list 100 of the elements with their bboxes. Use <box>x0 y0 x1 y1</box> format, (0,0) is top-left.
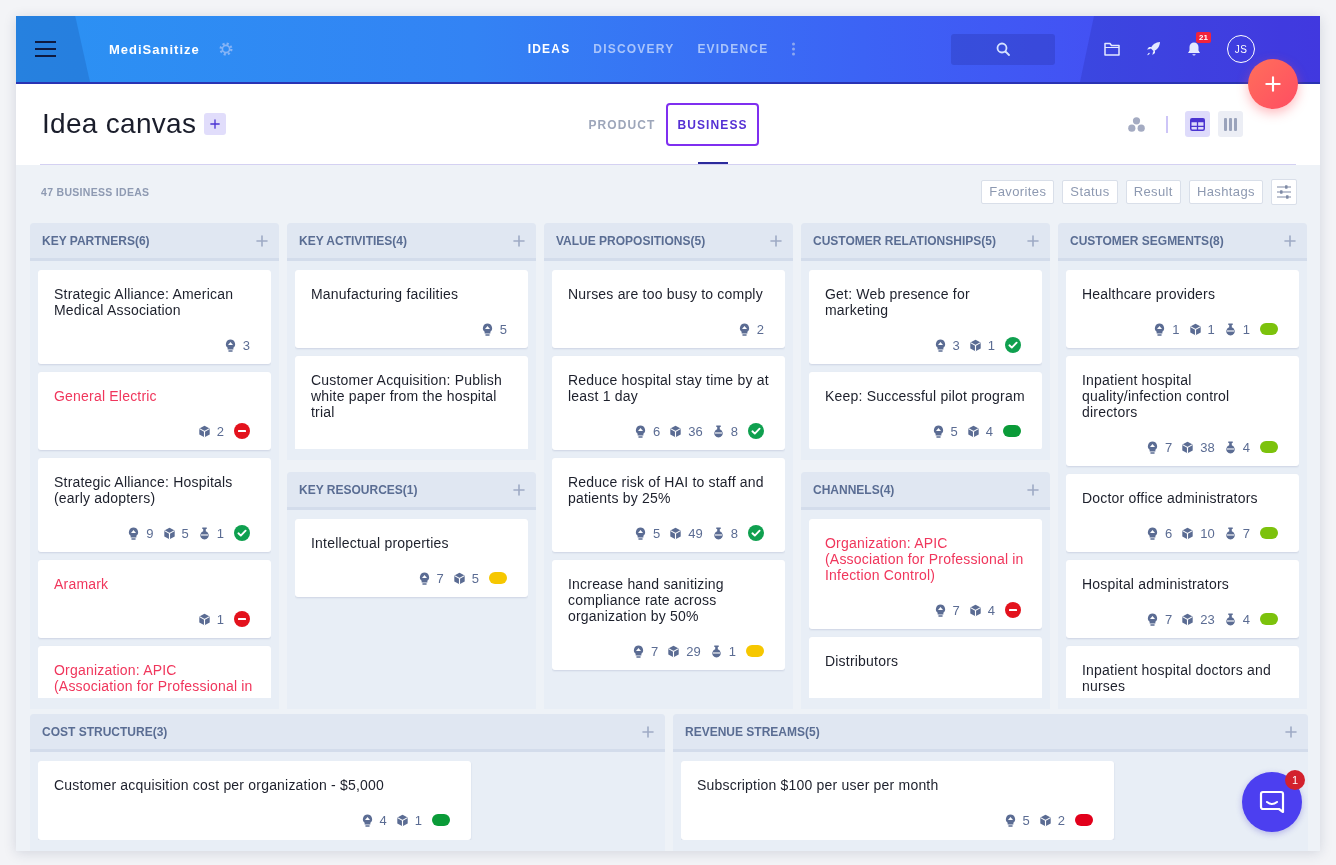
idea-card[interactable]: Keep: Successful pilot program 5 4 <box>809 372 1042 449</box>
cluster-icon[interactable] <box>1128 116 1145 132</box>
idea-card[interactable]: Subscription $100 per user per month 5 2 <box>681 761 1114 840</box>
metric-count: 7 <box>952 602 960 618</box>
plus-icon[interactable] <box>1027 234 1039 247</box>
idea-card[interactable]: Strategic Alliance: Hospitals (early adopters) 9 5 1 <box>38 458 271 552</box>
plus-icon[interactable] <box>513 234 525 247</box>
card-title: Increase hand sanitizing compliance rate across organization by 50% <box>568 576 725 624</box>
metric-count: 8 <box>730 525 738 541</box>
idea-card[interactable]: Strategic Alliance: American Medical Association 3 <box>38 270 271 364</box>
metric-count: 5 <box>471 570 479 586</box>
cube-icon <box>197 424 211 438</box>
idea-card[interactable]: Get: Web presence for marketing 3 1 <box>809 270 1042 364</box>
idea-card[interactable]: Hospital administrators 7 23 4 <box>1066 560 1299 638</box>
filter-settings-button[interactable] <box>1271 178 1297 205</box>
card-title: Nurses are too busy to comply <box>568 286 764 302</box>
settings-icon[interactable] <box>218 42 233 56</box>
grid-view-button[interactable] <box>1185 111 1210 137</box>
idea-card[interactable]: Aramark 1 <box>38 560 271 638</box>
more-icon[interactable] <box>791 42 797 56</box>
idea-card[interactable]: Organization: APIC (Association for Professional in Infection Control) 7 4 <box>809 519 1042 629</box>
plus-icon[interactable] <box>513 483 525 496</box>
column-view-button[interactable] <box>1218 111 1243 137</box>
idea-card[interactable]: Customer Acquisition: Publish white paper from the hospital trial <box>295 356 528 449</box>
metric-count: 36 <box>688 423 703 439</box>
add-idea-button[interactable] <box>204 113 227 135</box>
lightbulb-icon <box>360 813 374 827</box>
metric-count: 9 <box>146 525 154 541</box>
lightbulb-icon <box>417 571 431 585</box>
lightbulb-icon <box>931 424 945 438</box>
idea-card[interactable]: Inpatient hospital quality/infection control directors 7 38 4 <box>1066 356 1299 466</box>
cube-icon <box>197 612 211 626</box>
plus-icon <box>1265 76 1281 92</box>
idea-card[interactable]: Nurses are too busy to comply 2 <box>552 270 785 348</box>
idea-card[interactable]: Manufacturing facilities 5 <box>295 270 528 348</box>
lightbulb-icon <box>480 322 494 336</box>
flask-icon <box>1223 612 1237 626</box>
card-title: Keep: Successful pilot program <box>825 388 1026 404</box>
plus-icon[interactable] <box>256 234 268 247</box>
plus-icon[interactable] <box>642 725 654 738</box>
rocket-icon[interactable] <box>1145 41 1161 57</box>
idea-card[interactable]: Inpatient hospital doctors and nurses <box>1066 646 1299 698</box>
lightbulb-icon <box>632 644 646 658</box>
cube-icon <box>667 644 681 658</box>
minus-circle-icon <box>234 423 250 439</box>
flask-icon <box>711 424 725 438</box>
cube-icon <box>395 813 409 827</box>
check-circle-icon <box>1005 337 1021 353</box>
card-title: Organization: APIC (Association for Professional in <box>54 662 254 694</box>
metric-count: 4 <box>1242 611 1250 627</box>
metric-count: 4 <box>985 423 993 439</box>
metric-count: 23 <box>1200 611 1215 627</box>
card-title: Hospital administrators <box>1082 576 1230 592</box>
search-field[interactable] <box>951 33 1055 65</box>
section-title: KEY RESOURCES(1) <box>299 482 418 497</box>
idea-card[interactable]: Doctor office administrators 6 10 7 <box>1066 474 1299 552</box>
idea-card[interactable]: Distributors <box>809 637 1042 698</box>
plus-icon[interactable] <box>1285 725 1297 738</box>
flask-icon <box>1223 322 1237 336</box>
cube-icon <box>669 424 683 438</box>
card-title: Inpatient hospital quality/infection control directors <box>1082 372 1231 420</box>
flask-icon <box>1223 440 1237 454</box>
metric-count: 1 <box>987 337 995 353</box>
idea-card[interactable]: Intellectual properties 7 5 <box>295 519 528 597</box>
idea-card[interactable]: Customer acquisition cost per organization - $5,000 4 1 <box>38 761 471 840</box>
card-title: General Electric <box>54 388 158 404</box>
card-title: Subscription $100 per user per month <box>697 777 940 793</box>
nav-link[interactable]: IDEAS <box>527 42 571 56</box>
flask-icon <box>1223 526 1237 540</box>
metric-count: 1 <box>1207 321 1215 337</box>
metric-count: 2 <box>216 423 224 439</box>
metric-count: 5 <box>499 321 507 337</box>
lightbulb-icon <box>634 526 648 540</box>
folder-icon[interactable] <box>1104 41 1120 57</box>
check-circle-icon <box>234 525 250 541</box>
lightbulb-icon <box>1153 322 1167 336</box>
cube-icon <box>669 526 683 540</box>
idea-card[interactable]: Reduce risk of HAI to staff and patients by 25% 5 49 8 <box>552 458 785 552</box>
metric-count: 1 <box>1242 321 1250 337</box>
plus-icon[interactable] <box>1027 483 1039 496</box>
bell-icon[interactable] <box>1186 41 1202 57</box>
plus-icon[interactable] <box>770 234 782 247</box>
idea-card[interactable]: Organization: APIC (Association for Professional in <box>38 646 271 698</box>
plus-icon[interactable] <box>1284 234 1296 247</box>
metric-count: 1 <box>728 643 736 659</box>
page-title: Idea canvas <box>42 108 197 140</box>
metric-count: 4 <box>987 602 995 618</box>
tab[interactable]: BUSINESS <box>666 103 759 146</box>
metric-count: 5 <box>1022 812 1030 828</box>
card-title: Distributors <box>825 653 900 669</box>
menu-button[interactable] <box>16 16 90 82</box>
metric-count: 6 <box>653 423 661 439</box>
idea-card[interactable]: Healthcare providers 1 1 1 <box>1066 270 1299 348</box>
cube-icon <box>1038 813 1052 827</box>
check-circle-icon <box>748 525 764 541</box>
idea-card[interactable]: Reduce hospital stay time by at least 1 day 6 36 8 <box>552 356 785 450</box>
card-title: Doctor office administrators <box>1082 490 1259 506</box>
idea-card[interactable]: Increase hand sanitizing compliance rate across organization by 50% 7 29 1 <box>552 560 785 670</box>
card-title: Inpatient hospital doctors and nurses <box>1082 662 1272 694</box>
idea-card[interactable]: General Electric 2 <box>38 372 271 450</box>
